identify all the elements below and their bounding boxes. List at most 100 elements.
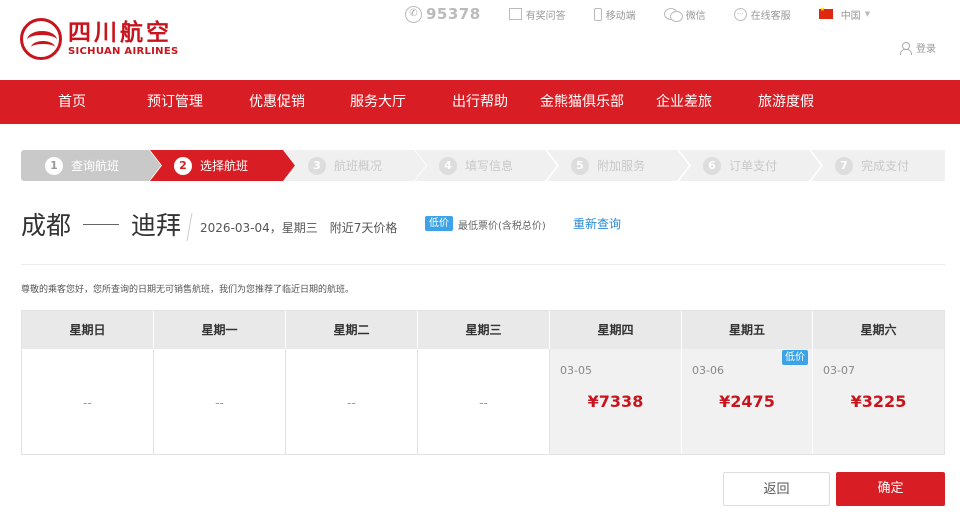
step-number: 7	[835, 156, 853, 175]
online-service-label: 在线客服	[750, 10, 791, 22]
main-nav: 首页 预订管理 优惠促销 服务大厅 出行帮助 金熊猫俱乐部 企业差旅 旅游度假	[0, 80, 960, 124]
login-link[interactable]: 登录	[900, 40, 936, 55]
qa-link[interactable]: 有奖问答	[508, 7, 566, 22]
step-label: 填写信息	[465, 159, 514, 173]
chat-icon: ···	[733, 7, 747, 21]
chevron-down-icon: ▼	[864, 10, 871, 18]
low-price-badge: 低价	[782, 350, 808, 365]
qa-label: 有奖问答	[525, 10, 566, 22]
route-arrow-line	[83, 223, 120, 225]
confirm-button[interactable]: 确定	[836, 472, 945, 506]
origin-city: 成都	[21, 211, 72, 240]
login-label: 登录	[916, 44, 936, 55]
wechat-label: 微信	[685, 10, 706, 22]
step-complete-payment: 7 完成支付	[811, 150, 945, 181]
step-label: 订单支付	[729, 159, 778, 173]
no-flight-placeholder: --	[215, 396, 224, 410]
step-select-flight: 2 选择航班	[150, 150, 295, 181]
nav-panda-club[interactable]: 金熊猫俱乐部	[540, 80, 624, 124]
cell-price: ¥7338	[587, 392, 644, 411]
utility-bar: ✆ 95378 有奖问答 移动端 微信 ··· 在线客服 中国 ▼	[405, 5, 898, 23]
low-price-description: 最低票价(含税总价)	[458, 221, 546, 232]
nav-promotions[interactable]: 优惠促销	[249, 80, 305, 124]
low-price-badge: 低价	[425, 216, 453, 231]
step-flight-overview: 3 航班概况	[284, 150, 426, 181]
step-label: 航班概况	[334, 159, 383, 173]
region-selector[interactable]: 中国 ▼	[818, 6, 871, 22]
no-flight-placeholder: --	[347, 396, 356, 410]
calendar-cell-sun: --	[22, 349, 154, 454]
step-order-payment: 6 订单支付	[679, 150, 821, 181]
online-service-link[interactable]: ··· 在线客服	[733, 7, 791, 22]
no-flight-placeholder: --	[83, 396, 92, 410]
edit-icon	[508, 8, 522, 20]
cell-price: ¥3225	[850, 392, 907, 411]
calendar-cell-wed: --	[418, 349, 550, 454]
hotline-number: 95378	[426, 5, 481, 23]
wechat-icon	[663, 7, 683, 22]
weekday-fri: 星期五	[682, 311, 813, 349]
nav-corporate-travel[interactable]: 企业差旅	[656, 80, 712, 124]
logo-cn-text: 四川航空	[68, 19, 172, 46]
nearby-price-note: 附近7天价格	[329, 220, 398, 235]
back-button[interactable]: 返回	[723, 472, 830, 506]
step-fill-info: 4 填写信息	[415, 150, 557, 181]
travel-date: 2026-03-04，星期三	[200, 220, 318, 235]
step-label: 选择航班	[200, 159, 249, 173]
mobile-icon	[593, 7, 602, 21]
logo-bird-icon	[20, 18, 62, 60]
weekday-thu: 星期四	[550, 311, 682, 349]
weekday-wed: 星期三	[418, 311, 550, 349]
hotline[interactable]: ✆ 95378	[405, 5, 481, 23]
cell-date: 03-07	[823, 364, 855, 377]
section-divider	[21, 264, 945, 265]
user-icon	[900, 41, 912, 55]
logo-en-text: SICHUAN AIRLINES	[68, 46, 179, 57]
price-calendar: 星期日 星期一 星期二 星期三 星期四 星期五 星期六 -- -- -- -- …	[21, 310, 945, 455]
step-number: 3	[308, 157, 326, 175]
weekday-mon: 星期一	[154, 311, 286, 349]
cell-date: 03-06	[692, 364, 724, 377]
china-flag-icon	[818, 6, 833, 19]
calendar-cell-thu[interactable]: 03-05 ¥7338	[550, 349, 682, 454]
requery-link[interactable]: 重新查询	[573, 215, 621, 232]
mobile-link[interactable]: 移动端	[593, 7, 636, 22]
route-heading: 成都 迪拜 2026-03-04，星期三 附近7天价格	[21, 204, 397, 244]
calendar-cell-tue: --	[286, 349, 418, 454]
nav-service-hall[interactable]: 服务大厅	[350, 80, 406, 124]
no-flight-notice: 尊敬的乘客您好，您所查询的日期无可销售航班，我们为您推荐了临近日期的航班。	[21, 285, 355, 295]
calendar-cell-sat[interactable]: 03-07 ¥3225	[813, 349, 944, 454]
weekday-sat: 星期六	[860, 323, 897, 337]
divider	[186, 213, 193, 241]
step-label: 查询航班	[71, 159, 120, 173]
step-label: 附加服务	[597, 159, 646, 173]
step-number: 2	[174, 157, 192, 175]
cell-date: 03-05	[560, 364, 592, 377]
step-number: 1	[45, 157, 63, 175]
no-flight-placeholder: --	[479, 396, 488, 410]
wechat-link[interactable]: 微信	[663, 7, 706, 22]
nav-booking-management[interactable]: 预订管理	[147, 80, 203, 124]
calendar-header: 星期日 星期一 星期二 星期三 星期四 星期五 星期六	[22, 311, 944, 349]
step-number: 6	[703, 157, 721, 175]
booking-steps: 1 查询航班 2 选择航班 3 航班概况 4 填写信息 5 附加服务 6 订单支…	[21, 150, 945, 181]
weekday-tue: 星期二	[286, 311, 418, 349]
nav-vacation[interactable]: 旅游度假	[758, 80, 814, 124]
nav-home[interactable]: 首页	[58, 80, 86, 124]
phone-icon: ✆	[405, 5, 422, 23]
destination-city: 迪拜	[131, 211, 182, 240]
step-extra-services: 5 附加服务	[547, 150, 689, 181]
nav-travel-help[interactable]: 出行帮助	[452, 80, 508, 124]
calendar-cell-fri[interactable]: 低价 03-06 ¥2475	[682, 349, 813, 454]
top-header: 四川航空 SICHUAN AIRLINES ✆ 95378 有奖问答 移动端 微…	[0, 0, 960, 80]
weekday-sun: 星期日	[22, 311, 154, 349]
sichuan-airlines-logo[interactable]: 四川航空 SICHUAN AIRLINES	[20, 18, 179, 60]
region-label: 中国	[840, 10, 861, 22]
step-label: 完成支付	[861, 159, 910, 173]
step-search-flight: 1 查询航班	[21, 150, 161, 181]
step-number: 4	[439, 157, 457, 175]
step-number: 5	[571, 157, 589, 175]
mobile-label: 移动端	[605, 10, 636, 22]
cell-price: ¥2475	[719, 392, 775, 411]
calendar-cell-mon: --	[154, 349, 286, 454]
